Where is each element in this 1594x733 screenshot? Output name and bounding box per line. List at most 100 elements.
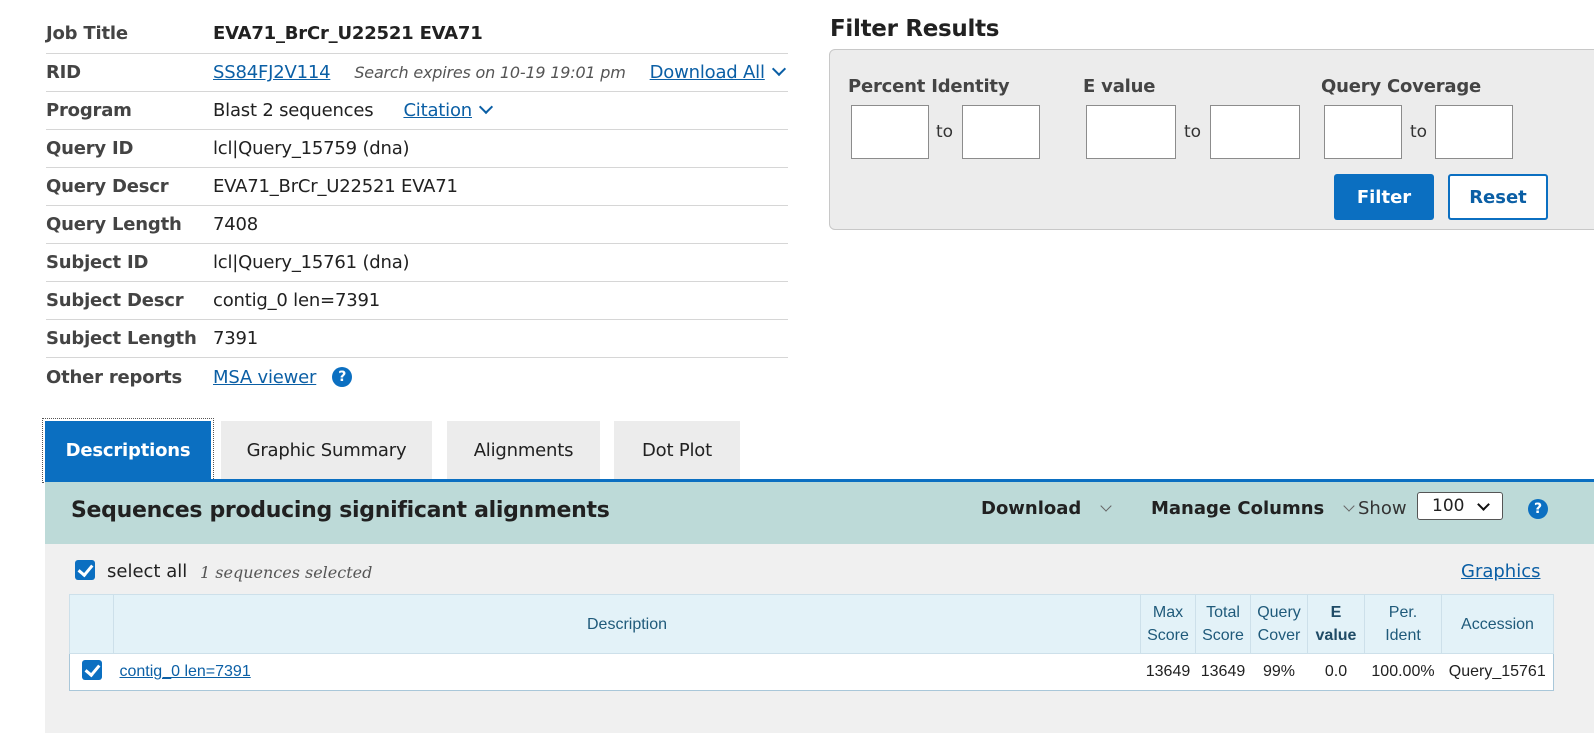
- row-select-checkbox[interactable]: [81, 659, 102, 680]
- to-label: to: [1410, 122, 1428, 142]
- subject-descr-row: Subject Descr contig_0 len=7391: [46, 282, 788, 320]
- query-coverage-max-input[interactable]: [1435, 105, 1513, 159]
- column-header-total-score[interactable]: Total Score: [1195, 594, 1251, 654]
- results-table: Description Max Score Total Score Query Cov…: [69, 594, 1554, 691]
- percent-identity-label: Percent Identity: [848, 76, 1010, 97]
- to-label: to: [936, 122, 954, 142]
- filter-results-title: Filter Results: [830, 16, 1000, 42]
- download-label: Download: [981, 498, 1082, 519]
- column-header-label: Max: [1152, 604, 1184, 621]
- msa-viewer-link[interactable]: MSA viewer: [213, 367, 316, 388]
- column-header-accession[interactable]: Accession: [1441, 594, 1554, 654]
- column-header-label: Total: [1206, 604, 1240, 621]
- citation-link[interactable]: Citation: [403, 99, 494, 121]
- show-label: Show: [1358, 498, 1407, 519]
- help-icon[interactable]: ?: [1528, 499, 1548, 519]
- info-label: Query ID: [46, 138, 134, 159]
- info-label: Query Descr: [46, 176, 169, 197]
- column-header-label: Score: [1202, 627, 1244, 644]
- table-row: contig_0 len=7391 13649 13649 99% 0.0 10…: [69, 653, 1554, 691]
- results-title: Sequences producing significant alignmen…: [71, 498, 610, 523]
- query-id-value: lcl|Query_15759 (dna): [213, 138, 410, 159]
- e-value-min-input[interactable]: [1086, 105, 1176, 159]
- column-header-label: E: [1330, 604, 1342, 621]
- column-header-label: Ident: [1385, 627, 1421, 644]
- tab-descriptions[interactable]: Descriptions: [42, 418, 214, 483]
- query-coverage-label: Query Coverage: [1321, 76, 1482, 97]
- manage-columns-menu[interactable]: Manage Columns: [1151, 498, 1355, 519]
- show-count-select[interactable]: 100: [1417, 492, 1503, 520]
- column-header-per-ident[interactable]: Per. Ident: [1364, 594, 1442, 654]
- selected-count-text: 1 sequences selected: [200, 563, 373, 582]
- per-ident-cell: 100.00%: [1364, 653, 1442, 691]
- filter-panel: Percent Identity to E value to Query Cov…: [829, 49, 1594, 230]
- column-header-query-cover[interactable]: Query Cover: [1250, 594, 1308, 654]
- description-cell: contig_0 len=7391: [113, 653, 1141, 691]
- column-header-label: Accession: [1461, 615, 1534, 633]
- checkbox-column-header: [69, 594, 114, 654]
- query-length-value: 7408: [213, 214, 259, 235]
- percent-identity-min-input[interactable]: [851, 105, 929, 159]
- description-link[interactable]: contig_0 len=7391: [120, 663, 251, 680]
- job-info-table: Job Title EVA71_BrCr_U22521 EVA71 RID SS…: [46, 14, 788, 396]
- subject-length-row: Subject Length 7391: [46, 320, 788, 358]
- reset-button[interactable]: Reset: [1448, 174, 1548, 220]
- query-coverage-min-input[interactable]: [1324, 105, 1402, 159]
- subject-descr-value: contig_0 len=7391: [213, 290, 380, 311]
- tab-alignments[interactable]: Alignments: [447, 421, 600, 480]
- column-header-max-score[interactable]: Max Score: [1140, 594, 1196, 654]
- other-reports-row: Other reports MSA viewer ?: [46, 358, 788, 396]
- tab-dot-plot[interactable]: Dot Plot: [614, 421, 740, 480]
- info-label: Job Title: [46, 23, 128, 44]
- info-label: Other reports: [46, 366, 183, 388]
- column-header-label: Per.: [1388, 604, 1418, 621]
- column-header-e-value[interactable]: Evalue: [1307, 594, 1365, 654]
- select-all-checkbox[interactable]: [75, 560, 95, 580]
- table-header-row: Description Max Score Total Score Query Cov…: [69, 594, 1554, 654]
- show-count-value: 100: [1432, 496, 1465, 516]
- to-label: to: [1184, 122, 1202, 142]
- manage-columns-label: Manage Columns: [1151, 498, 1325, 519]
- e-value-cell: 0.0: [1307, 653, 1365, 691]
- select-all-label[interactable]: select all: [107, 561, 187, 582]
- query-id-row: Query ID lcl|Query_15759 (dna): [46, 130, 788, 168]
- results-body: select all 1 sequences selected Graphics…: [45, 544, 1594, 733]
- info-label: Query Length: [46, 214, 182, 235]
- program-row: Program Blast 2 sequences Citation: [46, 92, 788, 130]
- help-icon[interactable]: ?: [332, 367, 353, 387]
- rid-row: RID SS84FJ2V114 Search expires on 10-19 …: [46, 54, 788, 92]
- column-header-label: Score: [1147, 627, 1189, 644]
- graphics-link[interactable]: Graphics: [1461, 561, 1541, 582]
- info-label: Subject Length: [46, 328, 197, 349]
- total-score-cell: 13649: [1195, 653, 1251, 691]
- e-value-max-input[interactable]: [1210, 105, 1300, 159]
- job-title-value: EVA71_BrCr_U22521 EVA71: [213, 23, 483, 44]
- info-label: Subject Descr: [46, 290, 184, 311]
- column-header-label: Cover: [1257, 627, 1301, 644]
- chevron-down-icon: [771, 61, 786, 77]
- query-length-row: Query Length 7408: [46, 206, 788, 244]
- query-descr-row: Query Descr EVA71_BrCr_U22521 EVA71: [46, 168, 788, 206]
- program-value: Blast 2 sequences: [213, 100, 374, 121]
- e-value-label: E value: [1083, 76, 1156, 97]
- subject-id-value: lcl|Query_15761 (dna): [213, 252, 410, 273]
- subject-length-value: 7391: [213, 328, 259, 349]
- filter-button[interactable]: Filter: [1334, 174, 1434, 220]
- tab-graphic-summary[interactable]: Graphic Summary: [221, 421, 432, 480]
- subject-id-row: Subject ID lcl|Query_15761 (dna): [46, 244, 788, 282]
- column-header-label: Query: [1257, 604, 1301, 621]
- results-header: Sequences producing significant alignmen…: [45, 482, 1594, 544]
- download-all-link[interactable]: Download All: [649, 61, 786, 83]
- percent-identity-max-input[interactable]: [962, 105, 1040, 159]
- max-score-cell: 13649: [1140, 653, 1196, 691]
- chevron-down-icon: [1099, 500, 1112, 512]
- download-all-label: Download All: [649, 62, 765, 83]
- accession-cell: Query_15761: [1441, 653, 1554, 691]
- chevron-down-icon: [1477, 498, 1490, 511]
- column-header-description[interactable]: Description: [113, 594, 1141, 654]
- rid-link[interactable]: SS84FJ2V114: [213, 62, 331, 83]
- info-label: Program: [46, 100, 132, 121]
- citation-label: Citation: [403, 100, 472, 121]
- info-label: RID: [46, 62, 81, 83]
- download-menu[interactable]: Download: [981, 498, 1112, 519]
